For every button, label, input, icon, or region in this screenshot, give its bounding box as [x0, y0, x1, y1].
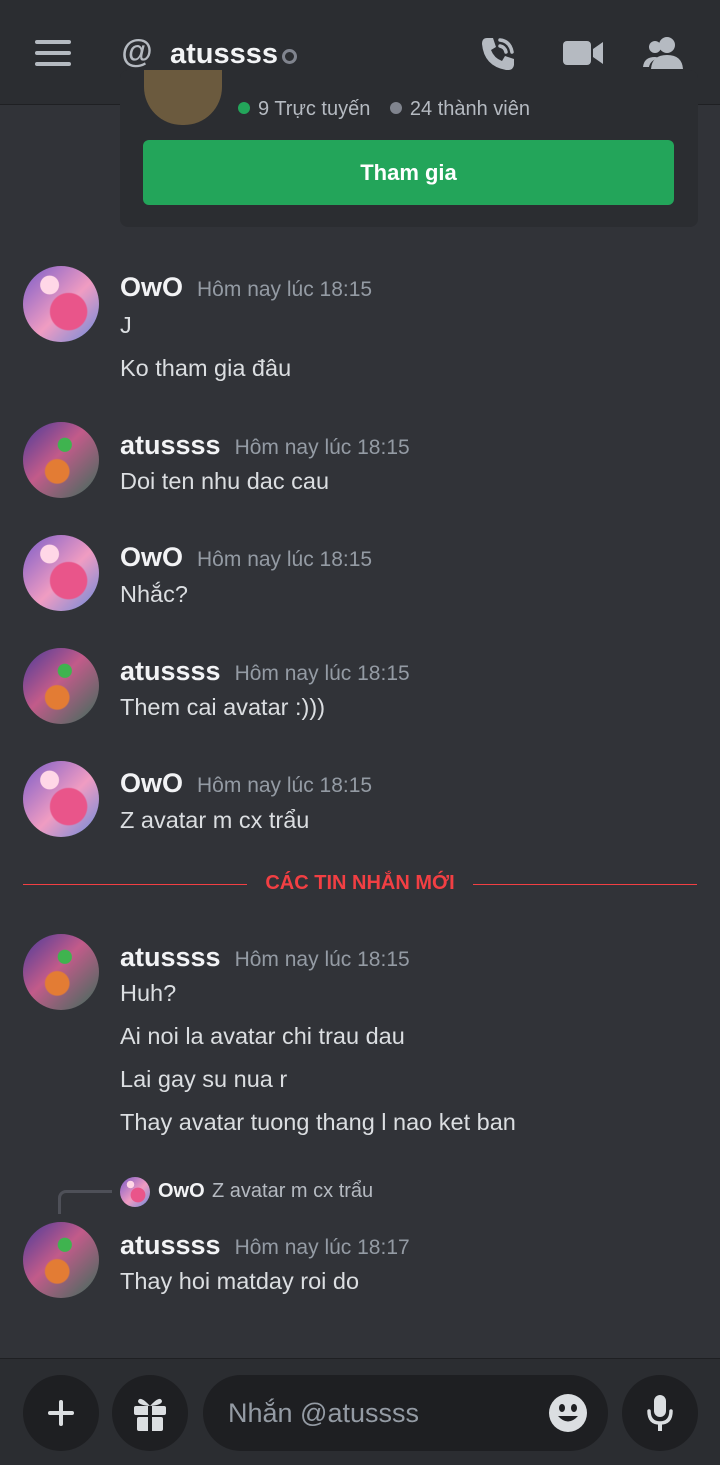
- message-text: Z avatar m cx trẩu: [120, 807, 310, 833]
- members-icon[interactable]: [642, 34, 686, 72]
- timestamp: Hôm nay lúc 18:15: [197, 278, 373, 301]
- video-icon[interactable]: [562, 36, 604, 70]
- message-input[interactable]: [228, 1393, 548, 1433]
- invite-stats: 9 Trực tuyến 24 thành viên: [238, 98, 530, 121]
- avatar[interactable]: [23, 1222, 99, 1298]
- message-header: atussss Hôm nay lúc 18:17: [120, 1230, 410, 1261]
- avatar[interactable]: [23, 761, 99, 837]
- message-text: Thay avatar tuong thang l nao ket ban: [120, 1109, 516, 1135]
- avatar[interactable]: [23, 648, 99, 724]
- message-text: Lai gay su nua r: [120, 1066, 288, 1092]
- avatar[interactable]: [23, 266, 99, 342]
- new-messages-divider: CÁC TIN NHẮN MỚI: [23, 872, 697, 898]
- message-header: atussss Hôm nay lúc 18:15: [120, 656, 410, 687]
- online-count: 9 Trực tuyến: [258, 98, 371, 120]
- composer-bar: [0, 1358, 720, 1465]
- message-header: OwO Hôm nay lúc 18:15: [120, 272, 372, 303]
- reply-text: Z avatar m cx trẩu: [212, 1180, 374, 1202]
- voice-message-button[interactable]: [622, 1375, 698, 1451]
- reply-connector: [58, 1190, 112, 1214]
- server-invite-card: 9 Trực tuyến 24 thành viên Tham gia: [120, 70, 698, 227]
- author-name[interactable]: atussss: [120, 942, 221, 972]
- message-header: OwO Hôm nay lúc 18:15: [120, 768, 372, 799]
- online-dot-icon: [238, 102, 250, 114]
- timestamp: Hôm nay lúc 18:15: [197, 774, 373, 797]
- message-text: Thay hoi matday roi do: [120, 1268, 360, 1294]
- call-icon[interactable]: [476, 34, 520, 74]
- author-name[interactable]: atussss: [120, 1230, 221, 1260]
- member-count: 24 thành viên: [409, 98, 530, 120]
- message-text: Ai noi la avatar chi trau dau: [120, 1023, 405, 1049]
- message-header: OwO Hôm nay lúc 18:15: [120, 542, 372, 573]
- plus-icon: [48, 1400, 74, 1426]
- server-icon: [144, 70, 222, 125]
- avatar[interactable]: [23, 934, 99, 1010]
- message-text: Doi ten nhu dac cau: [120, 468, 330, 494]
- timestamp: Hôm nay lúc 18:17: [234, 1236, 410, 1259]
- timestamp: Hôm nay lúc 18:15: [234, 436, 410, 459]
- add-attachment-button[interactable]: [23, 1375, 99, 1451]
- gift-button[interactable]: [112, 1375, 188, 1451]
- author-name[interactable]: OwO: [120, 272, 183, 302]
- message-header: atussss Hôm nay lúc 18:15: [120, 430, 410, 461]
- members-dot-icon: [389, 102, 402, 114]
- message-text: Them cai avatar :))): [120, 694, 326, 720]
- message-input-container[interactable]: [203, 1375, 608, 1451]
- author-name[interactable]: atussss: [120, 430, 221, 460]
- presence-status-icon: [282, 49, 297, 64]
- message-text: Ko tham gia đâu: [120, 355, 292, 381]
- gift-icon: [134, 1398, 166, 1431]
- reply-preview[interactable]: OwO Z avatar m cx trẩu: [58, 1176, 698, 1214]
- avatar[interactable]: [23, 535, 99, 611]
- menu-icon[interactable]: [34, 38, 72, 68]
- at-icon: @: [121, 32, 153, 69]
- reply-avatar: [120, 1177, 150, 1207]
- divider-line: [473, 884, 697, 885]
- microphone-icon: [647, 1395, 673, 1431]
- reply-author: OwO: [158, 1180, 205, 1202]
- timestamp: Hôm nay lúc 18:15: [234, 948, 410, 971]
- emoji-icon[interactable]: [548, 1393, 588, 1433]
- author-name[interactable]: OwO: [120, 768, 183, 798]
- avatar[interactable]: [23, 422, 99, 498]
- message-text: Nhắc?: [120, 581, 188, 607]
- timestamp: Hôm nay lúc 18:15: [234, 662, 410, 685]
- message-header: atussss Hôm nay lúc 18:15: [120, 942, 410, 973]
- author-name[interactable]: OwO: [120, 542, 183, 572]
- author-name[interactable]: atussss: [120, 656, 221, 686]
- join-button[interactable]: Tham gia: [143, 140, 674, 205]
- message-text: J: [120, 312, 132, 338]
- timestamp: Hôm nay lúc 18:15: [197, 548, 373, 571]
- message-text: Huh?: [120, 980, 177, 1006]
- channel-title[interactable]: atussss: [170, 38, 278, 71]
